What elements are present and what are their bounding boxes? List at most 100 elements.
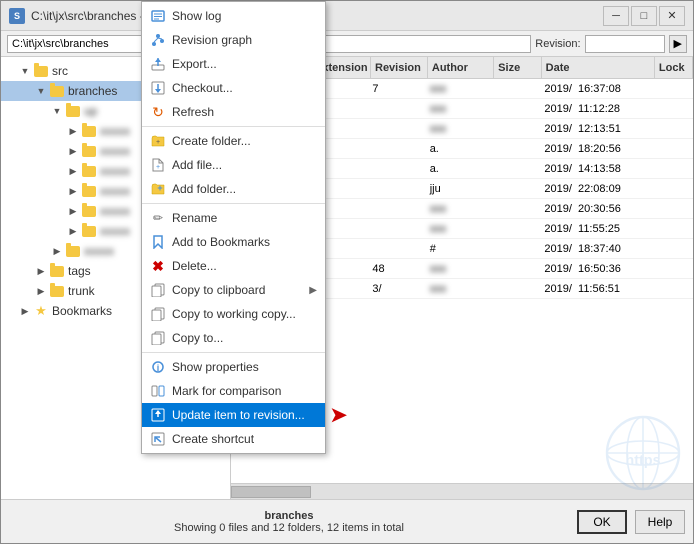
horizontal-scrollbar[interactable] xyxy=(231,483,693,499)
content-area: ▼ src ▼ branches ▼ up ▶ xxxxx ▶ xyxy=(1,57,693,499)
menu-item-copy-clipboard[interactable]: Copy to clipboard ▶ xyxy=(142,278,325,302)
close-button[interactable]: ✕ xyxy=(659,6,685,26)
tree-label-branches: branches xyxy=(68,84,117,98)
copy-clipboard-icon xyxy=(150,282,166,298)
status-bar: branches Showing 0 files and 12 folders,… xyxy=(1,499,693,543)
tree-label-sub2: xxxxx xyxy=(100,144,130,158)
revision-input[interactable] xyxy=(585,35,665,53)
expand-icon: ▶ xyxy=(65,183,81,199)
refresh-icon: ↻ xyxy=(150,104,166,120)
menu-separator-2 xyxy=(142,203,325,204)
svg-text:i: i xyxy=(157,363,160,373)
folder-icon xyxy=(49,264,65,278)
tree-label-tags: tags xyxy=(68,264,91,278)
tree-label-bookmarks: Bookmarks xyxy=(52,304,112,318)
menu-label-update-revision: Update item to revision... xyxy=(172,408,317,422)
menu-item-revision-graph[interactable]: Revision graph xyxy=(142,28,325,52)
copy-to-icon xyxy=(150,330,166,346)
ok-button[interactable]: OK xyxy=(577,510,627,534)
menu-label-add-file: Add file... xyxy=(172,158,317,172)
expand-icon: ▼ xyxy=(17,63,33,79)
expand-icon: ▶ xyxy=(65,123,81,139)
menu-label-delete: Delete... xyxy=(172,259,317,273)
menu-label-copy-to: Copy to... xyxy=(172,331,317,345)
menu-label-add-folder: Add folder... xyxy=(172,182,317,196)
menu-label-show-properties: Show properties xyxy=(172,360,317,374)
expand-icon: ▶ xyxy=(65,143,81,159)
revision-label: Revision: xyxy=(535,38,580,50)
menu-item-create-shortcut[interactable]: Create shortcut xyxy=(142,427,325,451)
menu-item-copy-working[interactable]: Copy to working copy... xyxy=(142,302,325,326)
menu-label-mark-comparison: Mark for comparison xyxy=(172,384,317,398)
minimize-button[interactable]: ─ xyxy=(603,6,629,26)
compare-icon xyxy=(150,383,166,399)
expand-icon: ▶ xyxy=(65,203,81,219)
tree-label-src: src xyxy=(52,64,68,78)
expand-icon: ▶ xyxy=(33,263,49,279)
menu-item-mark-comparison[interactable]: Mark for comparison xyxy=(142,379,325,403)
menu-item-update-revision[interactable]: Update item to revision... ➤ xyxy=(142,403,325,427)
update-icon xyxy=(150,407,166,423)
add-folder-icon: + xyxy=(150,181,166,197)
menu-item-show-properties[interactable]: i Show properties xyxy=(142,355,325,379)
folder-icon xyxy=(81,124,97,138)
tree-label-sub6: xxxxx xyxy=(100,224,130,238)
window-controls: ─ □ ✕ xyxy=(603,6,685,26)
col-header-revision[interactable]: Revision xyxy=(371,57,428,78)
tree-label-up: up xyxy=(84,104,97,118)
col-header-size[interactable]: Size xyxy=(494,57,542,78)
svg-text:+: + xyxy=(156,164,160,171)
menu-item-show-log[interactable]: Show log xyxy=(142,4,325,28)
log-icon xyxy=(150,8,166,24)
menu-label-export: Export... xyxy=(172,57,317,71)
copy-working-icon xyxy=(150,306,166,322)
menu-item-refresh[interactable]: ↻ Refresh xyxy=(142,100,325,124)
tree-label-sub7: xxxxx xyxy=(84,244,114,258)
shortcut-icon xyxy=(150,431,166,447)
status-info: branches Showing 0 files and 12 folders,… xyxy=(9,510,569,534)
col-header-date[interactable]: Date xyxy=(542,57,655,78)
expand-icon: ▶ xyxy=(65,223,81,239)
folder-icon xyxy=(81,144,97,158)
folder-icon xyxy=(81,164,97,178)
add-file-icon: + xyxy=(150,157,166,173)
checkout-icon xyxy=(150,80,166,96)
maximize-button[interactable]: □ xyxy=(631,6,657,26)
bookmark-icon: ★ xyxy=(33,304,49,318)
menu-item-delete[interactable]: ✖ Delete... xyxy=(142,254,325,278)
expand-icon: ▶ xyxy=(33,283,49,299)
export-icon xyxy=(150,56,166,72)
menu-item-checkout[interactable]: Checkout... xyxy=(142,76,325,100)
app-icon: S xyxy=(9,8,25,24)
go-button[interactable]: ▶ xyxy=(669,35,687,53)
tree-label-trunk: trunk xyxy=(68,284,95,298)
properties-icon: i xyxy=(150,359,166,375)
folder-icon xyxy=(81,204,97,218)
menu-separator-3 xyxy=(142,352,325,353)
address-bar: Revision: ▶ xyxy=(1,31,693,57)
tree-label-sub3: xxxxx xyxy=(100,164,130,178)
tree-label-sub4: xxxxx xyxy=(100,184,130,198)
expand-icon: ▶ xyxy=(49,243,65,259)
title-bar: S C:\it\jx\src\branches - Re ─ □ ✕ xyxy=(1,1,693,31)
menu-item-create-folder[interactable]: + Create folder... xyxy=(142,129,325,153)
menu-item-copy-to[interactable]: Copy to... xyxy=(142,326,325,350)
tree-label-sub5: xxxxx xyxy=(100,204,130,218)
menu-item-export[interactable]: Export... xyxy=(142,52,325,76)
svg-text:+: + xyxy=(156,139,160,146)
expand-icon: ▼ xyxy=(33,83,49,99)
menu-label-add-bookmarks: Add to Bookmarks xyxy=(172,235,317,249)
menu-item-add-file[interactable]: + Add file... xyxy=(142,153,325,177)
col-header-author[interactable]: Author xyxy=(428,57,494,78)
menu-item-add-bookmarks[interactable]: Add to Bookmarks xyxy=(142,230,325,254)
bookmark-add-icon xyxy=(150,234,166,250)
folder-icon xyxy=(33,64,49,78)
help-button[interactable]: Help xyxy=(635,510,685,534)
main-window: S C:\it\jx\src\branches - Re ─ □ ✕ Revis… xyxy=(0,0,694,544)
col-header-lock[interactable]: Lock xyxy=(655,57,693,78)
expand-icon: ▼ xyxy=(49,103,65,119)
menu-item-add-folder[interactable]: + Add folder... xyxy=(142,177,325,201)
menu-item-rename[interactable]: ✏ Rename xyxy=(142,206,325,230)
graph-icon xyxy=(150,32,166,48)
folder-icon xyxy=(65,244,81,258)
